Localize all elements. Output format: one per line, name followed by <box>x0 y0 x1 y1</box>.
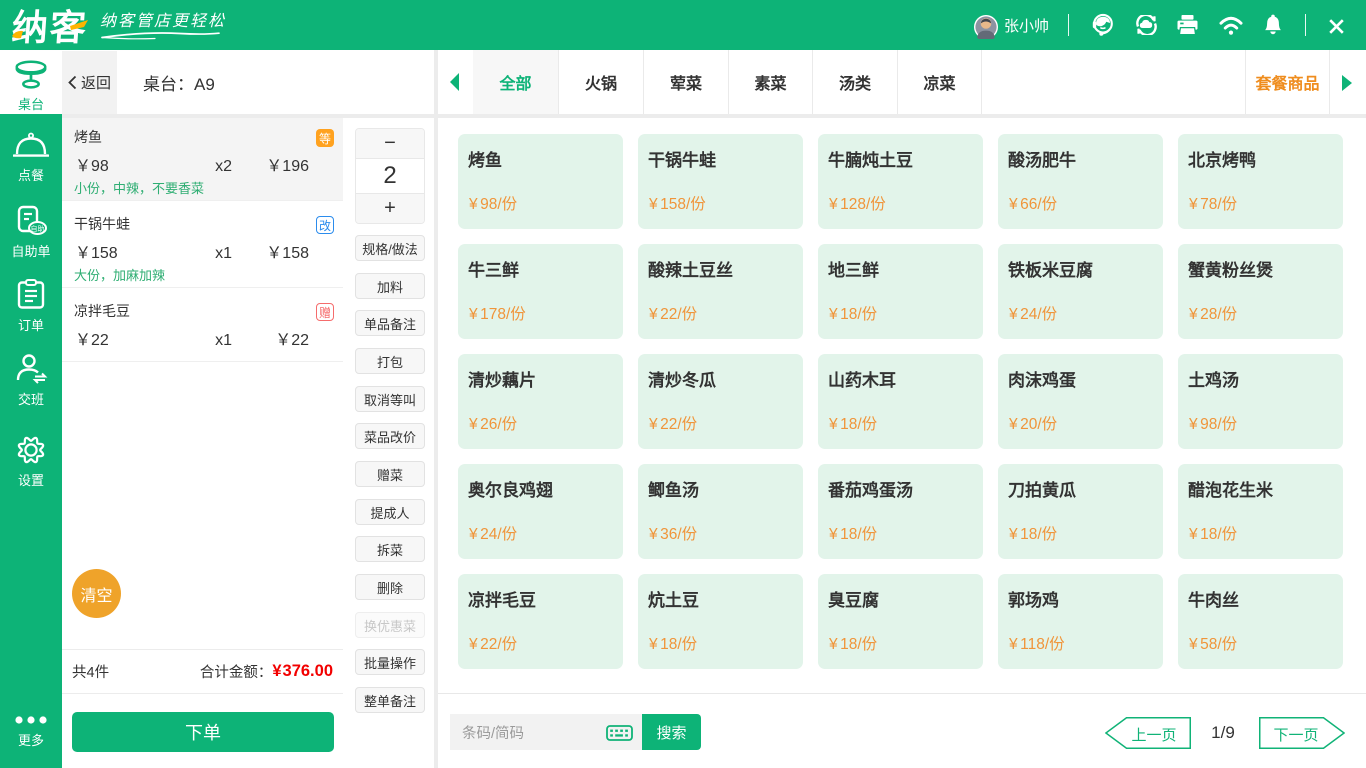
svg-text:自助: 自助 <box>31 224 45 233</box>
